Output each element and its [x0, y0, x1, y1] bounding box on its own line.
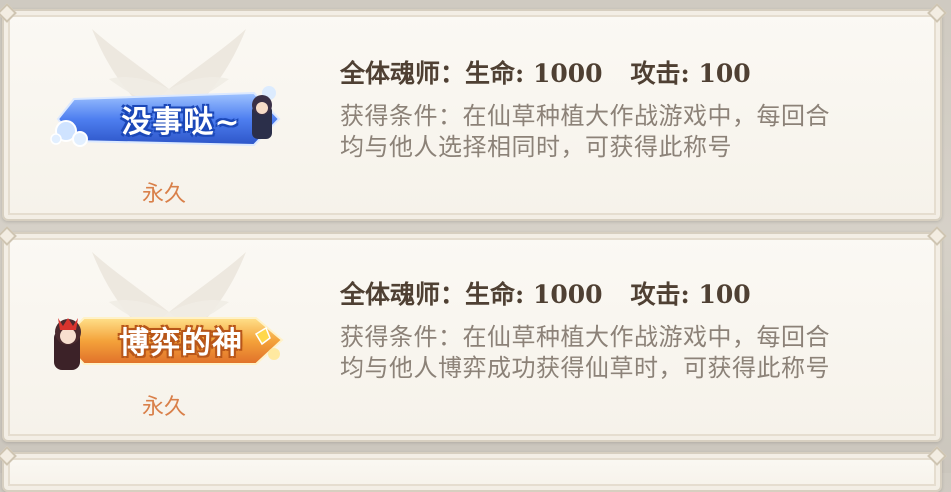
obtain-condition: 获得条件：在仙草种植大作战游戏中，每回合均与他人博弈成功获得仙草时，可获得此称号	[340, 323, 830, 382]
duration-label: 永久	[141, 395, 186, 420]
stats-atk: 攻击: 100	[630, 59, 751, 88]
badge-label: 没事哒~	[121, 105, 241, 140]
stats-line: 全体魂师：生命: 1000 攻击: 100	[340, 275, 751, 311]
title-card[interactable]: 博弈的神 永久 全体魂师：生命: 1000 攻击: 100 获得条件：在仙草种植大…	[2, 232, 942, 442]
duration-label: 永久	[141, 182, 186, 207]
stats-hp: 生命: 1000	[465, 59, 603, 88]
stats-target: 全体魂师：	[340, 59, 466, 88]
stats-target: 全体魂师：	[340, 280, 466, 309]
title-card[interactable]: 没事哒~ 永久 全体魂师：生命: 1000 攻击: 100 获得条件：在仙草种植大…	[2, 9, 942, 221]
title-list: 没事哒~ 永久 全体魂师：生命: 1000 攻击: 100 获得条件：在仙草种植大…	[0, 0, 951, 492]
badge-label: 博弈的神	[119, 326, 243, 361]
title-badge-gold: 博弈的神	[44, 304, 294, 376]
stats-atk: 攻击: 100	[630, 280, 751, 309]
obtain-condition: 获得条件：在仙草种植大作战游戏中，每回合均与他人选择相同时，可获得此称号	[340, 102, 830, 161]
stats-line: 全体魂师：生命: 1000 攻击: 100	[340, 54, 751, 90]
stats-hp: 生命: 1000	[465, 280, 603, 309]
title-card[interactable]	[2, 452, 942, 492]
title-badge-blue: 没事哒~	[44, 83, 294, 155]
